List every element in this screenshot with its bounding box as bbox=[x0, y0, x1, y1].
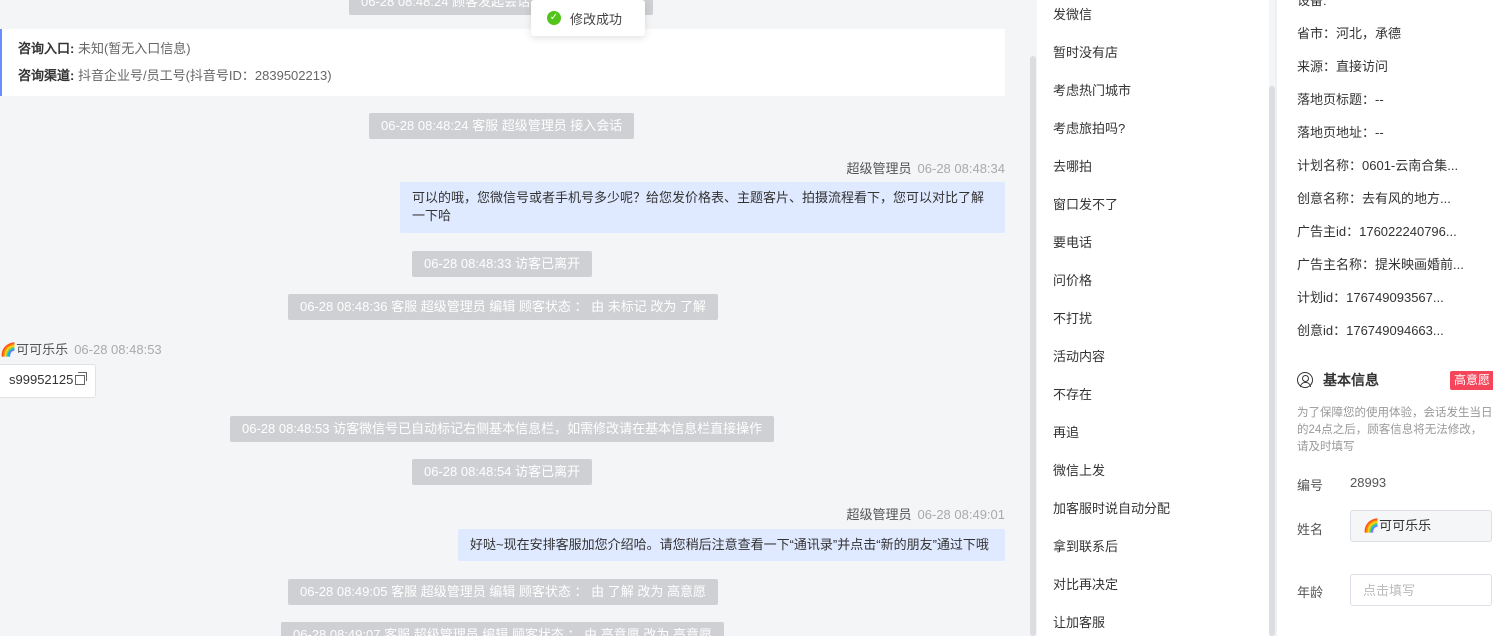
system-message: 06-28 08:49:05 客服 超级管理员 编辑 顾客状态 ： 由 了解 改… bbox=[288, 579, 718, 605]
system-message: 06-28 08:48:24 客服 超级管理员 接入会话 bbox=[369, 113, 635, 139]
info-row-creative-name: 创意名称：去有风的地方... bbox=[1297, 191, 1451, 206]
age-label: 年龄 bbox=[1297, 585, 1324, 600]
basic-info-title-text: 基本信息 bbox=[1323, 372, 1379, 388]
visitor-message-text: s99952125 bbox=[9, 372, 74, 387]
intent-status-badge[interactable]: 高意愿 bbox=[1450, 371, 1493, 390]
sender-name: 超级管理员 bbox=[846, 507, 912, 522]
number-value: 28993 bbox=[1350, 475, 1387, 490]
info-row-source: 来源：直接访问 bbox=[1297, 59, 1389, 74]
quick-reply-item[interactable]: 暂时没有店 bbox=[1053, 42, 1118, 61]
quick-reply-item[interactable]: 拿到联系后 bbox=[1053, 536, 1118, 555]
sender-name: 超级管理员 bbox=[846, 161, 912, 176]
message-sender: 🌈可可乐乐 06-28 08:48:53 bbox=[0, 339, 162, 358]
info-row-plan-id: 计划id：176749093567... bbox=[1297, 290, 1444, 305]
consult-entry-value: 未知(暂无入口信息) bbox=[77, 41, 191, 56]
consult-channel-label: 咨询渠道: bbox=[18, 68, 75, 83]
age-input[interactable] bbox=[1350, 574, 1492, 606]
chat-scrollbar[interactable] bbox=[1030, 56, 1036, 636]
quick-reply-item[interactable]: 不打扰 bbox=[1053, 308, 1092, 327]
consult-info-card: 咨询入口: 未知(暂无入口信息) 咨询渠道: 抖音企业号/员工号(抖音号ID：2… bbox=[0, 29, 1005, 96]
number-label: 编号 bbox=[1297, 478, 1324, 493]
sender-name: 🌈可可乐乐 bbox=[0, 342, 69, 357]
quick-reply-item[interactable]: 活动内容 bbox=[1053, 346, 1105, 365]
consult-channel-value: 抖音企业号/员工号(抖音号ID：2839502213) bbox=[77, 68, 332, 83]
device-row: 设备: bbox=[1297, 0, 1327, 8]
info-row-advertiser-name: 广告主名称：提米映画婚前... bbox=[1297, 257, 1464, 272]
quick-reply-item[interactable]: 发微信 bbox=[1053, 4, 1092, 23]
info-row-landing-title: 落地页标题：-- bbox=[1297, 92, 1384, 107]
check-circle-icon: ✓ bbox=[547, 11, 561, 25]
quick-reply-item[interactable]: 对比再决定 bbox=[1053, 574, 1118, 593]
name-label: 姓名 bbox=[1297, 522, 1324, 537]
quick-reply-item[interactable]: 问价格 bbox=[1053, 270, 1092, 289]
visitor-message-bubble: s99952125 bbox=[0, 364, 97, 398]
info-row-province: 省市：河北，承德 bbox=[1297, 26, 1402, 41]
quick-reply-list: 发微信 暂时没有店 考虑热门城市 考虑旅拍吗? 去哪拍 窗口发不了 要电话 问价… bbox=[1037, 0, 1269, 636]
quick-reply-item[interactable]: 不存在 bbox=[1053, 384, 1092, 403]
chat-area: 06-28 08:48:24 顾客发起会话 咨询入口: 未知(暂无入口信息) 咨… bbox=[0, 0, 1030, 636]
agent-message-bubble: 可以的哦，您微信号或者手机号多少呢？给您发价格表、主题客片、拍摄流程看下，您可以… bbox=[400, 182, 1005, 233]
quick-reply-item[interactable]: 窗口发不了 bbox=[1053, 194, 1118, 213]
message-time: 06-28 08:48:34 bbox=[917, 161, 1005, 176]
consult-channel: 咨询渠道: 抖音企业号/员工号(抖音号ID：2839502213) bbox=[18, 65, 989, 92]
name-field[interactable]: 🌈可可乐乐 bbox=[1350, 510, 1492, 542]
info-row-creative-id: 创意id：176749094663... bbox=[1297, 323, 1444, 338]
consult-entry: 咨询入口: 未知(暂无入口信息) bbox=[18, 38, 989, 65]
agent-message-bubble: 好哒~现在安排客服加您介绍哈。请您稍后注意查看一下“通讯录”并点击“新的朋友”通… bbox=[458, 529, 1005, 561]
quick-reply-item[interactable]: 要电话 bbox=[1053, 232, 1092, 251]
copy-icon[interactable] bbox=[75, 372, 88, 385]
quick-reply-item[interactable]: 考虑旅拍吗? bbox=[1053, 118, 1125, 137]
quick-reply-item[interactable]: 让加客服 bbox=[1053, 612, 1105, 631]
consult-entry-label: 咨询入口: bbox=[18, 41, 75, 56]
message-time: 06-28 08:49:01 bbox=[917, 507, 1005, 522]
quick-reply-item[interactable]: 再追 bbox=[1053, 422, 1079, 441]
edit-notice: 为了保障您的使用体验，会话发生当日的24点之后，顾客信息将无法修改，请及时填写 bbox=[1297, 407, 1493, 453]
system-message: 06-28 08:48:36 客服 超级管理员 编辑 顾客状态 ： 由 未标记 … bbox=[288, 294, 718, 320]
info-row-advertiser-id: 广告主id：176022240796... bbox=[1297, 224, 1457, 239]
info-row-landing-url: 落地页地址：-- bbox=[1297, 125, 1384, 140]
system-message: 06-28 08:48:53 访客微信号已自动标记右侧基本信息栏，如需修改请在基… bbox=[230, 416, 775, 442]
quick-reply-item[interactable]: 去哪拍 bbox=[1053, 156, 1092, 175]
user-circle-icon bbox=[1297, 372, 1313, 388]
success-toast: ✓ 修改成功 bbox=[531, 0, 645, 36]
message-sender: 超级管理员 06-28 08:49:01 bbox=[847, 504, 1005, 523]
system-message: 06-28 08:48:33 访客已离开 bbox=[412, 251, 593, 277]
message-sender: 超级管理员 06-28 08:48:34 bbox=[847, 158, 1005, 177]
system-message: 06-28 08:49:07 客服 超级管理员 编辑 顾客状态 ： 由 高意愿 … bbox=[281, 622, 724, 636]
system-message: 06-28 08:48:54 访客已离开 bbox=[412, 459, 593, 485]
quick-reply-item[interactable]: 微信上发 bbox=[1053, 460, 1105, 479]
message-time: 06-28 08:48:53 bbox=[74, 342, 162, 357]
basic-info-title: 基本信息 bbox=[1297, 370, 1379, 390]
toast-message: 修改成功 bbox=[570, 11, 623, 27]
customer-info-panel: 设备: 省市：河北，承德 来源：直接访问 落地页标题：-- 落地页地址：-- 计… bbox=[1277, 0, 1493, 636]
info-row-plan-name: 计划名称：0601-云南合集... bbox=[1297, 158, 1459, 173]
quick-reply-item[interactable]: 考虑热门城市 bbox=[1053, 80, 1131, 99]
quick-reply-item[interactable]: 加客服时说自动分配 bbox=[1053, 498, 1170, 517]
